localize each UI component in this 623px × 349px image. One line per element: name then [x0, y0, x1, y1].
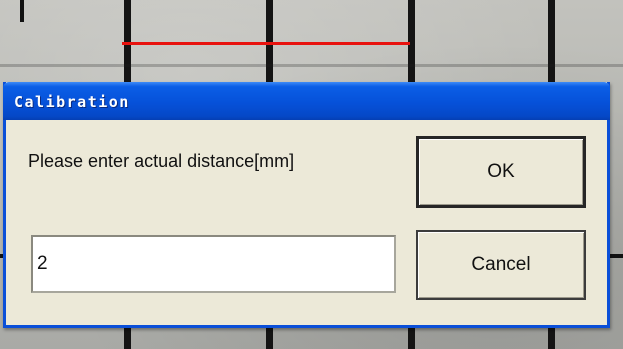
dialog-titlebar[interactable]: Calibration: [3, 82, 610, 120]
measurement-line: [122, 42, 410, 45]
distance-prompt-label: Please enter actual distance[mm]: [28, 151, 295, 171]
ok-button[interactable]: OK: [416, 136, 586, 208]
calibration-dialog: Calibration Please enter actual distance…: [3, 82, 610, 328]
ruler-tick: [20, 0, 24, 22]
grid-line-horizontal: [0, 64, 623, 67]
dialog-title: Calibration: [14, 93, 130, 111]
ruler-tick: [608, 254, 623, 258]
cancel-button[interactable]: Cancel: [416, 230, 586, 300]
distance-input[interactable]: [31, 235, 396, 293]
